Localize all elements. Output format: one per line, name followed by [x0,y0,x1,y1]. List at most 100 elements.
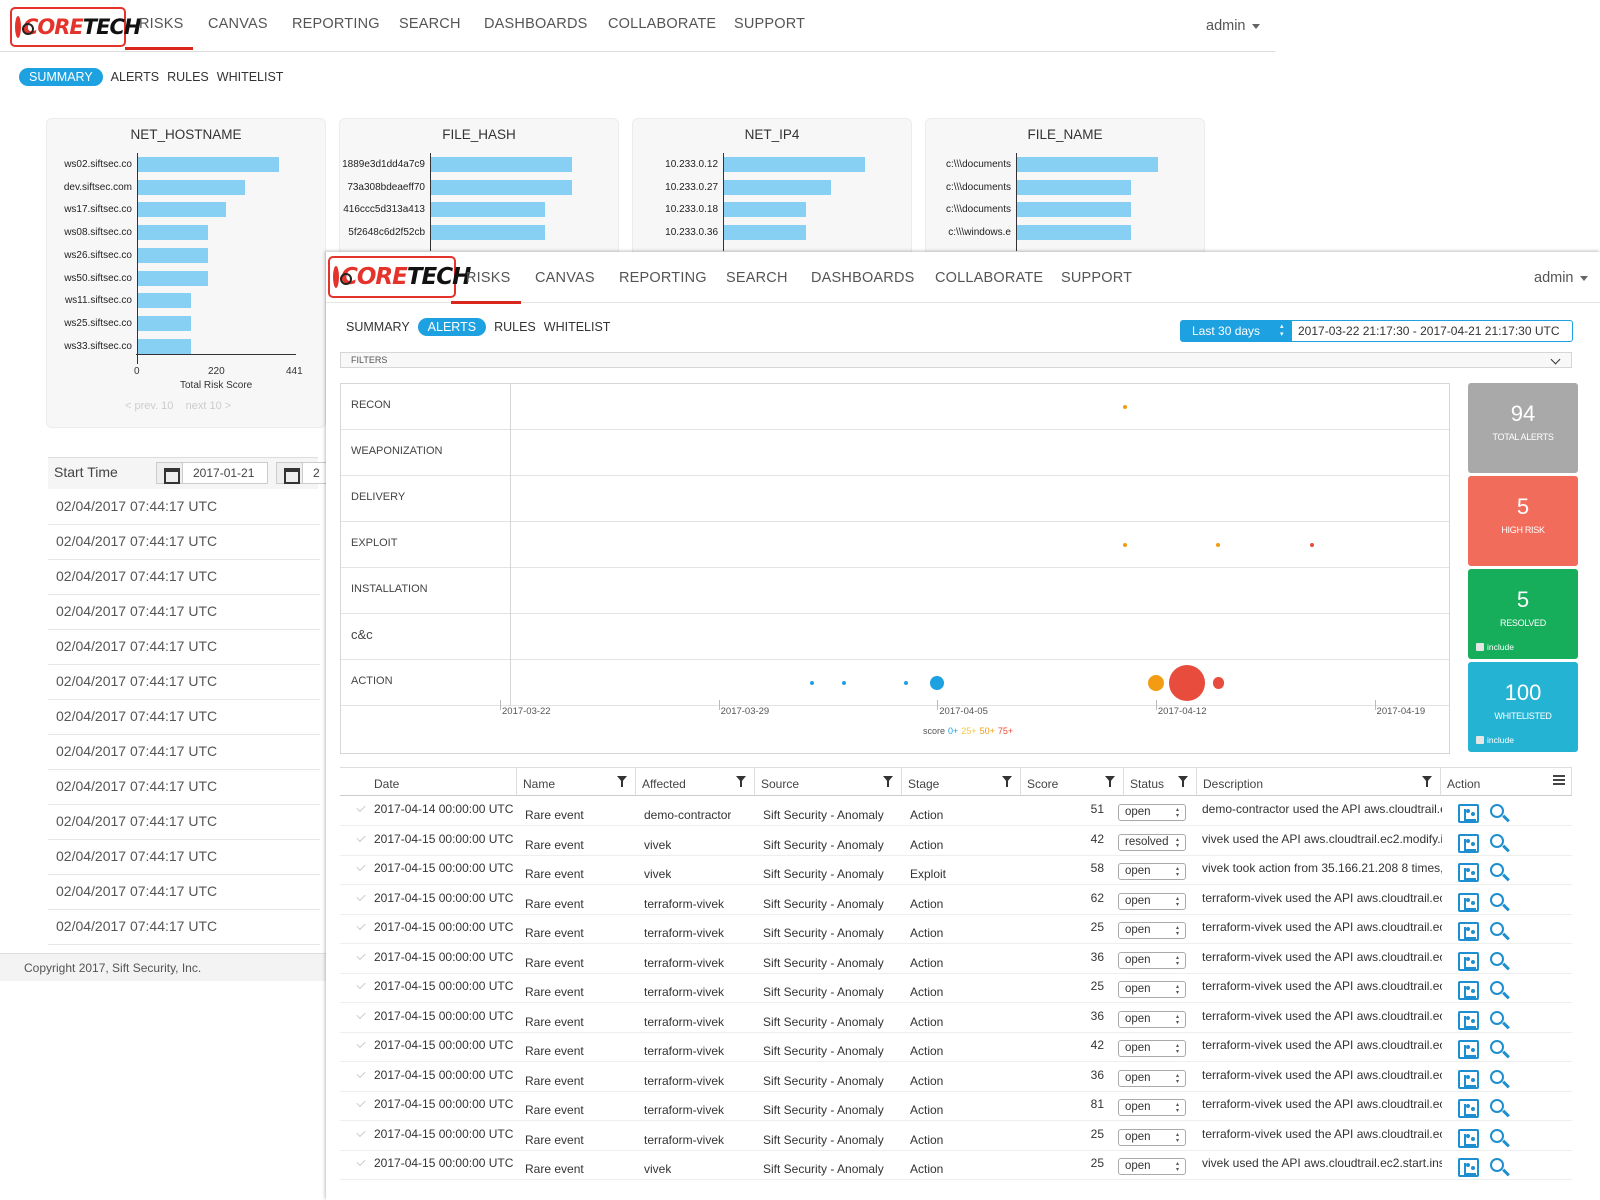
filter-icon[interactable] [883,776,893,787]
filter-icon[interactable] [736,776,746,787]
timeline-point[interactable] [930,676,945,690]
row-check-icon[interactable] [356,1009,366,1019]
table-row[interactable]: 2017-04-15 00:00:00 UTC Rare event terrafo… [340,1003,1572,1033]
card-bar[interactable] [1017,202,1131,218]
row-check-icon[interactable] [356,1127,366,1137]
nav-search[interactable]: SEARCH [726,270,788,286]
status-select[interactable]: open [1118,951,1186,969]
row-check-icon[interactable] [356,1038,366,1049]
start-time-row[interactable]: 02/04/2017 07:44:17 UTC [48,840,320,875]
filter-icon[interactable] [1178,776,1188,787]
status-select[interactable]: open [1118,1099,1186,1116]
nav-support[interactable]: SUPPORT [734,16,805,32]
row-check-icon[interactable] [356,832,366,842]
timeline-point[interactable] [1122,405,1127,409]
card-bar[interactable] [138,225,209,241]
start-time-row[interactable]: 02/04/2017 07:44:17 UTC [48,770,320,805]
search-icon[interactable] [1490,1099,1504,1113]
stat-box[interactable]: 100 WHITELISTED include [1468,662,1578,752]
status-select[interactable]: open [1118,863,1186,880]
table-row[interactable]: 2017-04-15 00:00:00 UTC Rare event terrafo… [340,973,1572,1003]
calendar-icon[interactable] [277,463,303,484]
card-bar-row[interactable]: 416ccc5d313a413 [340,202,620,218]
timeline-point[interactable] [841,681,846,685]
nav-search[interactable]: SEARCH [399,16,461,32]
range-preset-select[interactable]: Last 30 days [1181,321,1292,341]
card-bar[interactable] [431,202,545,218]
row-check-icon[interactable] [356,920,366,931]
table-row[interactable]: 2017-04-15 00:00:00 UTC Rare event vivek Si… [340,826,1572,856]
card-bar-row[interactable]: 73a308bdeaeff70 [340,179,620,196]
graph-view-icon[interactable] [1458,863,1479,882]
search-icon[interactable] [1490,1128,1504,1143]
column-header[interactable]: Description [1197,768,1441,796]
search-icon[interactable] [1490,1040,1504,1054]
nav-dashboards[interactable]: DASHBOARDS [484,16,588,32]
filters-bar[interactable]: FILTERS [340,352,1572,368]
column-header[interactable]: Date [340,768,517,796]
column-header[interactable]: Action [1441,768,1572,796]
card-bar-row[interactable]: ws26.siftsec.co [47,247,327,264]
card-bar[interactable] [138,270,209,286]
card-bar[interactable] [138,293,191,309]
status-select[interactable]: open [1118,1128,1186,1146]
table-row[interactable]: 2017-04-15 00:00:00 UTC Rare event terrafo… [340,1032,1572,1062]
graph-view-icon[interactable] [1458,1099,1479,1118]
search-icon[interactable] [1490,1158,1504,1172]
subnav-whitelist[interactable]: WHITELIST [217,70,284,84]
card-bar[interactable] [138,338,191,354]
start-time-row[interactable]: 02/04/2017 07:44:17 UTC [48,910,320,945]
nav-canvas[interactable]: CANVAS [208,16,268,32]
subnav-alerts[interactable]: ALERTS [417,318,487,336]
column-header[interactable]: Affected [636,768,755,796]
card-bar[interactable] [431,179,572,195]
search-icon[interactable] [1490,892,1504,907]
card-bar[interactable] [138,315,191,331]
date-range-picker[interactable]: Last 30 days 2017-03-22 21:17:30 - 2017-… [1180,320,1573,342]
subnav-whitelist[interactable]: WHITELIST [544,320,611,334]
search-icon[interactable] [1490,1010,1504,1025]
row-check-icon[interactable] [356,802,366,813]
graph-view-icon[interactable] [1458,951,1479,971]
card-bar-row[interactable]: c:\\\windows.e [926,225,1206,241]
column-header[interactable]: Status [1124,768,1197,796]
status-select[interactable]: resolved [1118,833,1186,851]
stat-box[interactable]: 94 TOTAL ALERTS [1468,383,1578,473]
column-header[interactable]: Score [1021,768,1124,796]
card-bar-row[interactable]: ws02.siftsec.co [47,157,327,173]
timeline-point[interactable] [1212,677,1225,689]
status-select[interactable]: open [1118,892,1186,910]
nav-risks[interactable]: RISKS [139,16,184,32]
user-menu[interactable]: admin [1534,270,1588,286]
search-icon[interactable] [1490,863,1504,877]
card-bar-row[interactable]: ws08.siftsec.co [47,225,327,241]
table-row[interactable]: 2017-04-15 00:00:00 UTC Rare event terrafo… [340,1062,1572,1092]
nav-collaborate[interactable]: COLLABORATE [935,270,1043,286]
graph-view-icon[interactable] [1458,804,1479,823]
card-bar[interactable] [724,225,806,241]
row-check-icon[interactable] [356,950,366,960]
timeline-point[interactable] [1147,675,1164,691]
card-bar[interactable] [138,247,209,263]
row-check-icon[interactable] [356,861,366,872]
start-time-row[interactable]: 02/04/2017 07:44:17 UTC [48,595,320,630]
nav-dashboards[interactable]: DASHBOARDS [811,270,915,286]
card-bar[interactable] [1017,157,1158,172]
search-icon[interactable] [1490,833,1504,848]
start-time-row[interactable]: 02/04/2017 07:44:17 UTC [48,630,320,665]
status-select[interactable]: open [1118,1069,1186,1087]
card-bar-row[interactable]: 10.233.0.36 [633,225,913,241]
subnav-rules[interactable]: RULES [494,320,536,334]
card-bar[interactable] [1017,179,1131,195]
card-bar-row[interactable]: ws33.siftsec.co [47,338,327,355]
graph-view-icon[interactable] [1458,1040,1479,1059]
start-date-input[interactable]: 2017-01-21 [156,462,268,484]
card-bar-row[interactable]: ws50.siftsec.co [47,270,327,287]
start-time-row[interactable]: 02/04/2017 07:44:17 UTC [48,875,320,910]
nav-reporting[interactable]: REPORTING [619,270,707,286]
card-bar[interactable] [138,157,279,172]
coretech-logo[interactable]: CORETECH [10,7,141,47]
start-time-row[interactable]: 02/04/2017 07:44:17 UTC [48,525,320,560]
checkbox-icon[interactable] [1476,643,1484,651]
checkbox-icon[interactable] [1476,736,1484,744]
